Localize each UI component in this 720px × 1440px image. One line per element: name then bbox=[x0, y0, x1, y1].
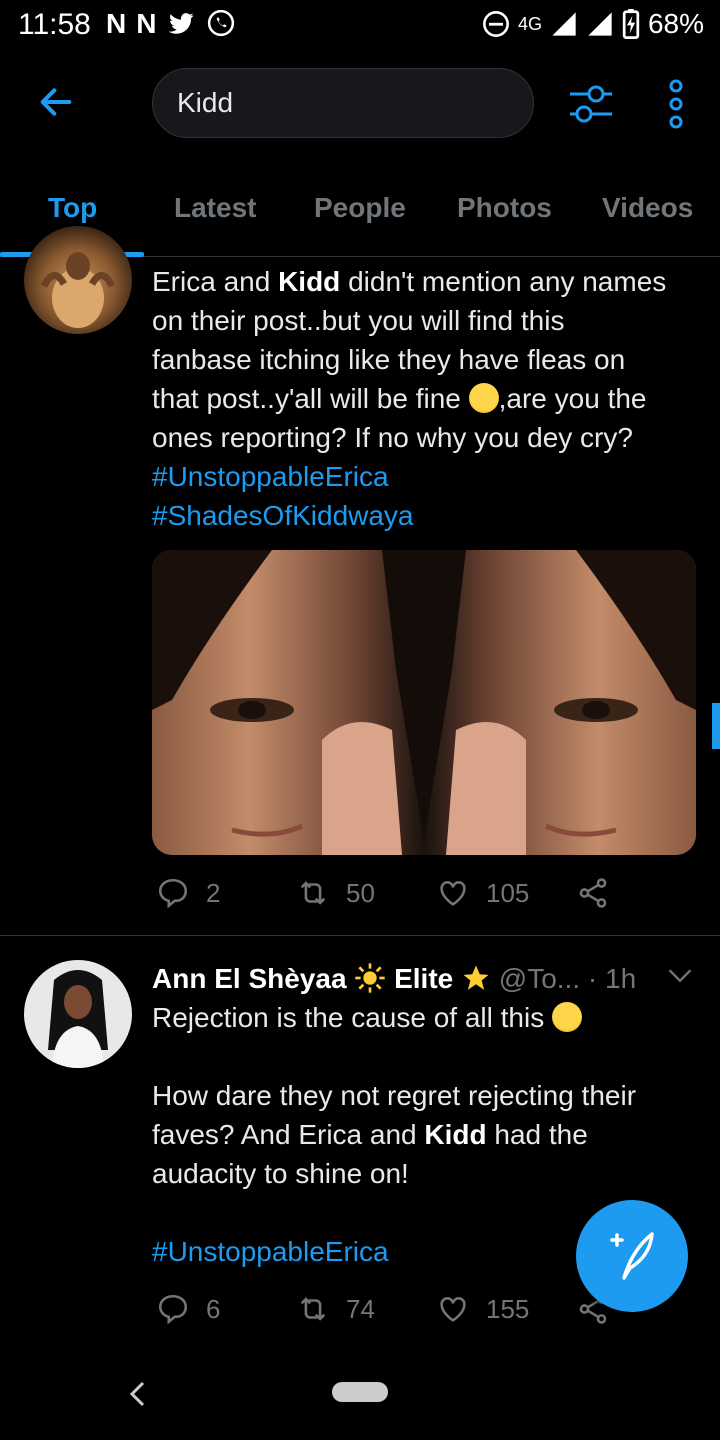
search-query: Kidd bbox=[177, 87, 234, 118]
tweet-keyword: Kidd bbox=[278, 266, 341, 297]
retweet-count: 74 bbox=[346, 1293, 375, 1324]
tweet-line: on their post..but you will find this bbox=[152, 305, 565, 336]
share-button[interactable] bbox=[576, 876, 610, 910]
tab-top[interactable]: Top bbox=[48, 192, 97, 224]
tweet-text-segment: didn't mention any names bbox=[340, 266, 667, 297]
retweet-button[interactable]: 74 bbox=[296, 1292, 375, 1326]
user-handle[interactable]: @To... bbox=[499, 963, 580, 994]
hashtag-link[interactable]: #ShadesOfKiddwaya bbox=[152, 496, 702, 535]
notification-icons: N N bbox=[106, 8, 236, 40]
heart-icon bbox=[440, 1297, 466, 1322]
compose-tweet-button[interactable] bbox=[576, 1200, 688, 1312]
reply-button[interactable]: 6 bbox=[156, 1292, 220, 1326]
share-icon bbox=[579, 878, 607, 908]
system-back-icon[interactable] bbox=[128, 1380, 148, 1408]
status-time: 11:58 bbox=[18, 8, 91, 41]
retweet-icon bbox=[300, 1297, 326, 1321]
tweet-text-segment: had the bbox=[486, 1119, 588, 1150]
like-button[interactable]: 155 bbox=[436, 1292, 529, 1326]
tweet-text-segment: Rejection is the cause of all this bbox=[152, 1002, 545, 1033]
reply-icon bbox=[158, 1294, 188, 1325]
chevron-down-icon[interactable] bbox=[666, 966, 694, 986]
tweet-line: audacity to shine on! bbox=[152, 1158, 409, 1189]
notification-n-icon: N bbox=[136, 8, 157, 39]
mirrored-face-image bbox=[152, 550, 696, 855]
heart-icon bbox=[440, 881, 466, 906]
status-bar: 11:58 N N 4G 68% bbox=[0, 0, 720, 50]
battery-charging-icon bbox=[622, 9, 640, 39]
system-nav-bar bbox=[0, 1350, 720, 1440]
tweet-timestamp: · 1h bbox=[587, 963, 637, 994]
tweet-line: How dare they not regret rejecting their bbox=[152, 1080, 637, 1111]
tab-videos[interactable]: Videos bbox=[602, 192, 693, 224]
sun-emoji-icon bbox=[355, 963, 385, 993]
back-arrow-icon[interactable] bbox=[36, 82, 76, 122]
battery-level: 68% bbox=[647, 8, 704, 39]
like-count: 155 bbox=[486, 1293, 530, 1324]
tweet-text-segment: ,are you the bbox=[498, 383, 647, 414]
compose-feather-icon bbox=[610, 1232, 654, 1280]
tweet-actions: 2 50 105 bbox=[152, 876, 632, 916]
more-options-icon[interactable] bbox=[664, 78, 688, 130]
hashtag-link[interactable]: #UnstoppableErica bbox=[152, 457, 702, 496]
tab-latest[interactable]: Latest bbox=[174, 192, 256, 224]
like-count: 105 bbox=[486, 877, 530, 908]
do-not-disturb-icon bbox=[482, 11, 509, 37]
tab-people[interactable]: People bbox=[314, 192, 406, 224]
tweet-line: Erica and Kidd didn't mention any names bbox=[152, 262, 702, 301]
twitter-bird-icon bbox=[168, 13, 194, 34]
tweet-line: ones reporting? If no why you dey cry? bbox=[152, 422, 633, 453]
like-button[interactable]: 105 bbox=[436, 876, 529, 910]
tab-photos[interactable]: Photos bbox=[457, 192, 552, 224]
signal-icon bbox=[588, 12, 612, 36]
tweet-body: Erica and Kidd didn't mention any names … bbox=[152, 262, 702, 535]
avatar[interactable] bbox=[24, 960, 132, 1068]
avatar[interactable] bbox=[24, 226, 132, 334]
tweet-line: faves? And Erica and Kidd had the bbox=[152, 1115, 702, 1154]
avatar-portrait-icon bbox=[48, 970, 108, 1068]
network-type: 4G bbox=[517, 13, 542, 34]
notification-n-icon: N bbox=[106, 8, 127, 39]
tweet-text-segment: that post..y'all will be fine bbox=[152, 383, 461, 414]
search-header: Kidd bbox=[0, 60, 720, 150]
tweet-keyword: Kidd bbox=[424, 1119, 487, 1150]
scrollbar-thumb[interactable] bbox=[712, 703, 720, 749]
tweet-text-segment: faves? And Erica and bbox=[152, 1119, 425, 1150]
tweet-line: that post..y'all will be fine ,are you t… bbox=[152, 379, 702, 418]
signal-icon bbox=[552, 12, 576, 36]
star-emoji-icon bbox=[463, 965, 489, 990]
retweet-icon bbox=[300, 881, 326, 905]
retweet-count: 50 bbox=[346, 877, 375, 908]
search-input[interactable]: Kidd bbox=[152, 68, 534, 138]
laughing-emoji-icon bbox=[552, 1002, 582, 1032]
home-pill-icon[interactable] bbox=[332, 1382, 388, 1402]
reply-count: 6 bbox=[206, 1293, 221, 1324]
display-name[interactable]: Ann El Shèyaa bbox=[152, 963, 347, 994]
tweet-media-image[interactable] bbox=[152, 550, 696, 855]
whatsapp-icon bbox=[208, 9, 235, 37]
tweet-text-segment: Erica and bbox=[152, 266, 279, 297]
laughing-emoji-icon bbox=[468, 383, 499, 413]
avatar-figure-icon bbox=[40, 252, 116, 328]
tweet-actions: 6 74 155 bbox=[152, 1292, 632, 1332]
tweet-header: Ann El Shèyaa Elite @To... · 1h bbox=[152, 962, 712, 995]
tweet-line: Rejection is the cause of all this bbox=[152, 998, 702, 1037]
tweet-divider bbox=[0, 935, 720, 936]
reply-icon bbox=[158, 878, 188, 909]
retweet-button[interactable]: 50 bbox=[296, 876, 375, 910]
tweet-line: fanbase itching like they have fleas on bbox=[152, 344, 626, 375]
reply-count: 2 bbox=[206, 877, 221, 908]
search-filter-icon[interactable] bbox=[566, 82, 616, 126]
reply-button[interactable]: 2 bbox=[156, 876, 220, 910]
system-status-icons: 4G 68% bbox=[482, 8, 704, 40]
display-name-badge: Elite bbox=[394, 963, 454, 994]
